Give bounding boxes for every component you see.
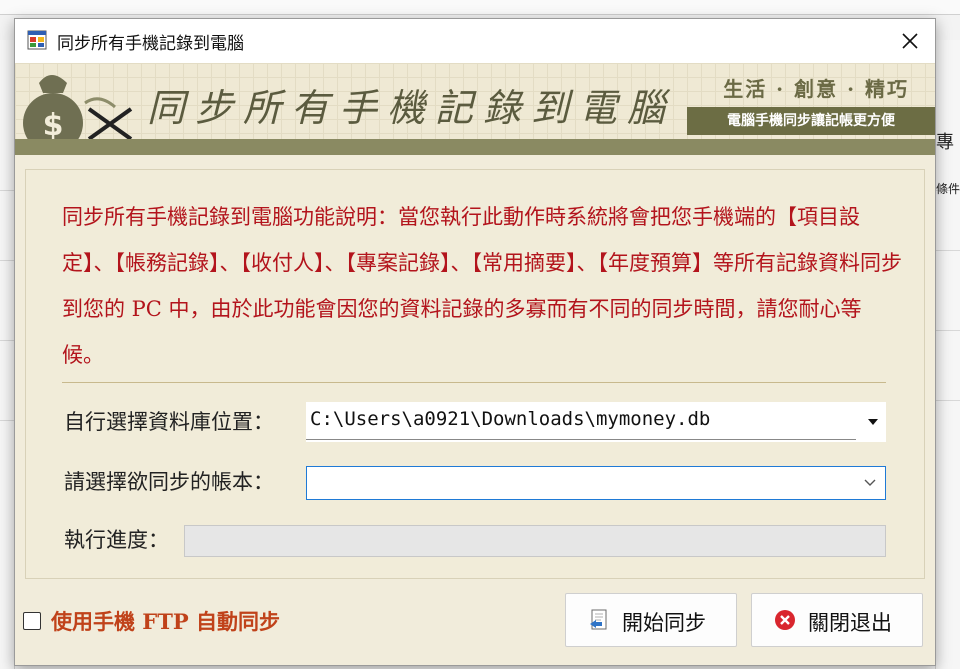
close-exit-label: 關閉退出 — [808, 611, 892, 635]
background-toolbar — [0, 0, 960, 15]
svg-text:$: $ — [43, 108, 64, 143]
start-sync-label: 開始同步 — [622, 611, 706, 635]
header-banner: $ 同步所有手機記錄到電腦 生活 · 創意 · 精巧 電腦手機同步讓記帳更方便 — [15, 63, 935, 155]
progress-label: 執行進度： — [64, 528, 169, 552]
background-tab-project[interactable]: 專 — [936, 128, 960, 156]
ftp-auto-sync-checkbox[interactable] — [23, 612, 41, 630]
banner-tagline: 電腦手機同步讓記帳更方便 — [687, 107, 935, 135]
section-divider — [62, 382, 886, 383]
db-location-combo[interactable]: C:\Users\a0921\Downloads\mymoney.db — [306, 402, 886, 442]
account-book-label: 請選擇欲同步的帳本： — [64, 470, 274, 494]
feature-description: 同步所有手機記錄到電腦功能說明：當您執行此動作時系統將會把您手機端的【項目設定】… — [62, 205, 902, 367]
background-left-pane — [0, 40, 15, 669]
sync-dialog: 同步所有手機記錄到電腦 $ 同步所有手機記錄到電腦 生活 · 創意 · 精巧 電… — [14, 18, 936, 666]
chevron-down-icon — [864, 479, 876, 486]
sync-progress-bar — [184, 525, 886, 557]
window-close-button[interactable] — [885, 19, 935, 63]
account-book-select[interactable] — [306, 466, 886, 500]
close-circle-icon — [775, 610, 795, 630]
close-icon — [902, 33, 918, 49]
app-window-icon — [27, 30, 47, 50]
dropdown-arrow-icon[interactable] — [868, 419, 878, 425]
background-tab-condition[interactable]: 條件 — [936, 180, 960, 202]
window-title: 同步所有手機記錄到電腦 — [57, 34, 244, 54]
banner-title: 同步所有手機記錄到電腦 — [147, 86, 676, 130]
db-location-label: 自行選擇資料庫位置： — [64, 410, 274, 434]
db-location-value: C:\Users\a0921\Downloads\mymoney.db — [310, 408, 711, 430]
ftp-auto-sync-label[interactable]: 使用手機 FTP 自動同步 — [51, 606, 280, 636]
sync-document-icon — [590, 609, 607, 630]
banner-slogan: 生活 · 創意 · 精巧 — [723, 77, 909, 101]
close-exit-button[interactable]: 關閉退出 — [751, 593, 923, 647]
content-panel: 同步所有手機記錄到電腦功能說明：當您執行此動作時系統將會把您手機端的【項目設定】… — [25, 169, 925, 579]
start-sync-button[interactable]: 開始同步 — [565, 593, 737, 647]
title-bar[interactable]: 同步所有手機記錄到電腦 — [15, 19, 935, 63]
banner-strip — [15, 139, 935, 155]
